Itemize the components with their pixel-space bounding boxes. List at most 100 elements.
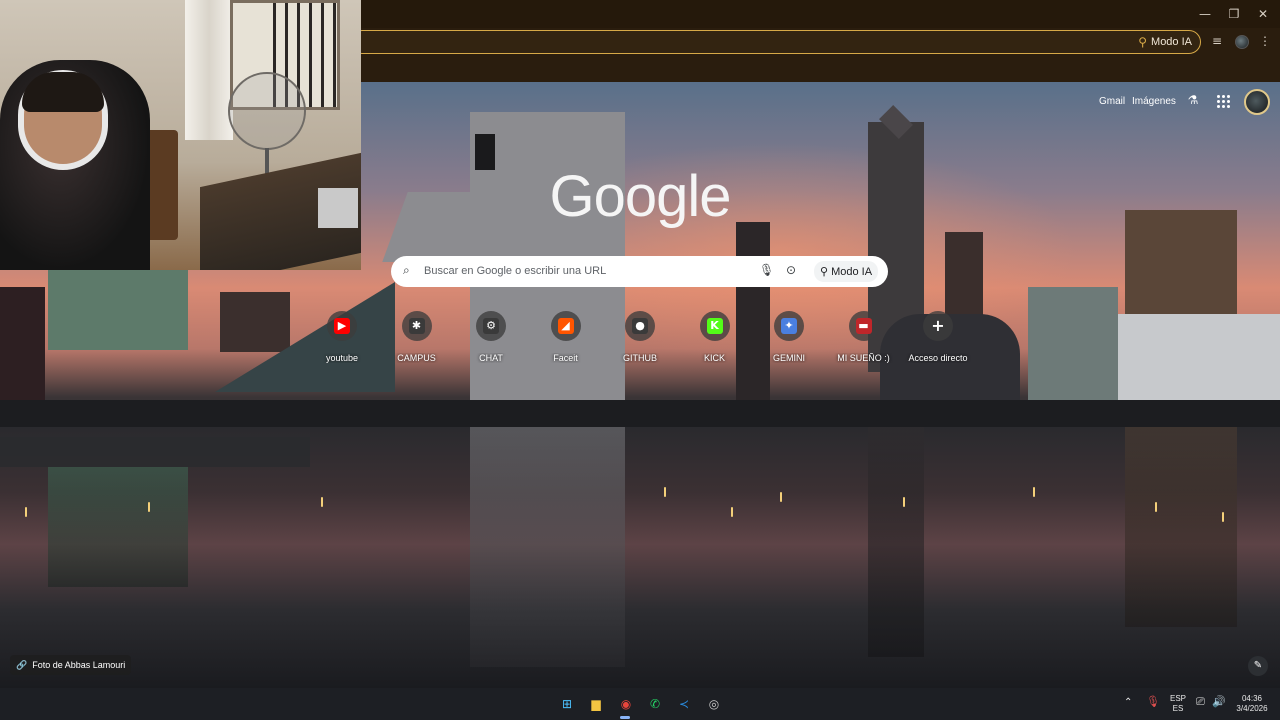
labs-flask-icon[interactable]: ⚗ <box>1185 93 1201 109</box>
file-explorer-icon[interactable]: ▆ <box>586 694 606 714</box>
shortcut-tile[interactable]: ✱ <box>401 311 432 341</box>
light-reflection <box>903 497 905 507</box>
shortcut-tile[interactable]: + <box>923 311 953 341</box>
images-link[interactable]: Imágenes <box>1132 96 1176 107</box>
ai-search-icon: ⚲ <box>1138 35 1148 49</box>
vscode-icon[interactable]: ≺ <box>674 694 694 714</box>
shortcut-acceso-directo[interactable]: + Acceso directo <box>908 311 968 371</box>
github-icon: ● <box>632 318 648 334</box>
shortcut-gemini[interactable]: ✦ GEMINI <box>763 311 815 371</box>
faceit-icon: ◢ <box>557 318 574 334</box>
shortcut-youtube[interactable]: ▶ youtube <box>316 311 368 371</box>
steam-icon[interactable]: ◎ <box>704 694 724 714</box>
ai-search-icon: ⚲ <box>820 266 829 278</box>
shortcut-mi-sueño[interactable]: ▬ MI SUEÑO :) <box>837 311 890 371</box>
shortcut-tile[interactable]: ✦ <box>774 311 804 341</box>
shortcut-label: Acceso directo <box>908 353 968 363</box>
add-shortcut-icon: + <box>931 316 945 335</box>
light-reflection <box>25 507 27 517</box>
key-tower-reflection <box>868 427 924 657</box>
dock <box>0 437 310 467</box>
voice-search-icon[interactable]: 🎙 <box>759 263 774 279</box>
shortcut-tile[interactable]: ● <box>625 311 655 341</box>
shortcut-label: Faceit <box>553 353 578 363</box>
chrome-active-indicator <box>620 716 630 719</box>
menu-kebab-icon[interactable]: ⋮ <box>1256 34 1274 50</box>
omnibox-ai-label: Modo IA <box>1151 36 1192 48</box>
google-apps-icon[interactable] <box>1216 94 1232 110</box>
shortcut-label: MI SUEÑO :) <box>837 353 890 363</box>
brown-building-reflection <box>1125 427 1237 627</box>
shortcut-tile[interactable]: ▬ <box>848 311 879 341</box>
shortcut-tile[interactable]: ◢ <box>550 311 581 341</box>
shortcut-chat[interactable]: ⚙ CHAT <box>465 311 517 371</box>
youtube-icon: ▶ <box>334 318 350 334</box>
left-building <box>0 287 45 407</box>
gemini-icon: ✦ <box>781 318 797 334</box>
link-icon: 🔗 <box>16 659 28 670</box>
media-controls-icon[interactable]: ≡ <box>1208 34 1226 50</box>
light-reflection <box>731 507 733 517</box>
person-hair <box>22 72 104 112</box>
account-avatar[interactable] <box>1244 89 1270 115</box>
shortcut-label: youtube <box>325 353 359 363</box>
shortcut-label: KICK <box>703 353 725 363</box>
minimize-button[interactable]: — <box>1190 4 1220 24</box>
whatsapp-icon[interactable]: ✆ <box>645 694 665 714</box>
shortcut-tile[interactable]: K <box>699 311 730 341</box>
shortcut-campus[interactable]: ✱ CAMPUS <box>391 311 443 371</box>
customize-pencil-icon[interactable]: ✎ <box>1248 656 1268 676</box>
light-reflection <box>1222 512 1224 522</box>
profile-avatar-small[interactable] <box>1235 35 1249 49</box>
light-reflection <box>321 497 323 507</box>
shortcut-label: GITHUB <box>622 353 657 363</box>
gmail-link[interactable]: Gmail <box>1099 96 1125 107</box>
network-icon[interactable]: ⎚ <box>1196 697 1205 708</box>
light-reflection <box>1155 502 1157 512</box>
lake-reflection <box>0 427 1280 688</box>
omnibox-ai-mode-button[interactable]: ⚲ Modo IA <box>1138 34 1192 50</box>
address-bar[interactable]: ⚲ Modo IA <box>350 30 1201 54</box>
shortcut-github[interactable]: ● GITHUB <box>614 311 666 371</box>
shortcut-tile[interactable]: ▶ <box>327 311 357 341</box>
google-logo: Google <box>549 164 731 229</box>
green-glass-building <box>48 270 188 350</box>
restore-button[interactable]: ❐ <box>1219 4 1249 24</box>
tower-reflection <box>470 427 625 667</box>
kick-icon: K <box>706 318 723 334</box>
shortcut-label: CAMPUS <box>397 353 436 363</box>
close-button[interactable]: ✕ <box>1248 4 1278 24</box>
campus-icon: ✱ <box>408 318 425 334</box>
shoreline <box>0 400 1280 430</box>
language-line2: ES <box>1172 704 1184 713</box>
light-reflection <box>664 487 666 497</box>
photo-credit-link[interactable]: 🔗 Foto de Abbas Lamouri <box>10 655 132 675</box>
search-placeholder: Buscar en Google o escribir una URL <box>424 265 607 277</box>
clock[interactable]: 04:36 3/4/2026 <box>1232 694 1272 714</box>
show-hidden-icons-icon[interactable]: ⌃ <box>1124 698 1132 708</box>
light-reflection <box>1033 487 1035 497</box>
ai-mode-button[interactable]: ⚲ Modo IA <box>814 261 879 282</box>
standing-fan <box>228 72 306 150</box>
windows-start-icon[interactable]: ⊞ <box>557 694 577 714</box>
clock-date: 3/4/2026 <box>1236 704 1268 713</box>
mid-left-building <box>220 292 290 352</box>
microphone-icon[interactable]: 🎙 <box>1146 697 1160 708</box>
shortcut-label: GEMINI <box>772 353 805 363</box>
dream-icon: ▬ <box>855 318 872 334</box>
clock-time: 04:36 <box>1241 694 1263 703</box>
ai-mode-label: Modo IA <box>831 265 873 278</box>
language-line1: ESP <box>1169 694 1186 703</box>
shortcut-tile[interactable]: ⚙ <box>476 311 506 341</box>
volume-icon[interactable]: 🔊 <box>1212 697 1226 708</box>
google-lens-icon[interactable]: ⊙ <box>786 263 800 279</box>
photo-credit-text: Foto de Abbas Lamouri <box>32 660 126 670</box>
shortcut-kick[interactable]: K KICK <box>689 311 741 371</box>
chrome-icon[interactable]: ◉ <box>616 694 636 714</box>
search-box[interactable]: ⌕ Buscar en Google o escribir una URL 🎙 … <box>391 256 888 287</box>
language-indicator[interactable]: ESP ES <box>1168 694 1188 714</box>
curtain <box>185 0 233 140</box>
shortcut-faceit[interactable]: ◢ Faceit <box>540 311 592 371</box>
shortcut-label: CHAT <box>479 353 503 363</box>
keyboard <box>318 188 358 228</box>
